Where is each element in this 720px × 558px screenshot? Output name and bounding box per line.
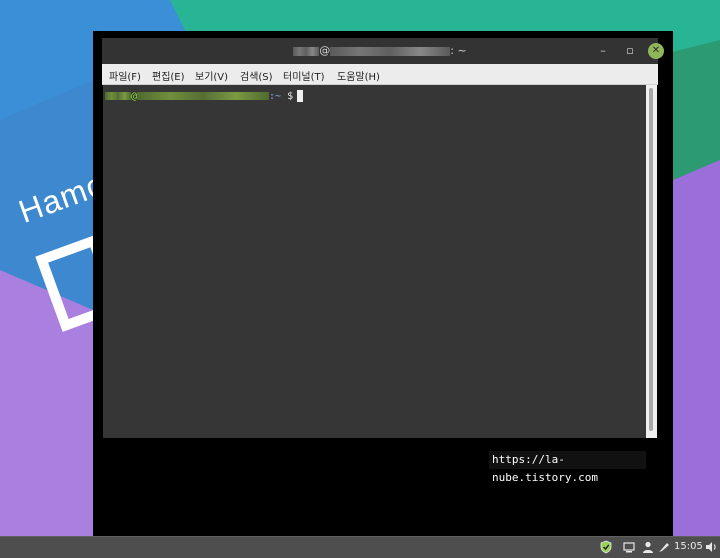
menu-edit[interactable]: 편집(E) — [152, 68, 185, 83]
volume-icon[interactable] — [705, 540, 719, 554]
network-icon[interactable] — [622, 540, 636, 554]
pen-icon[interactable] — [657, 540, 671, 554]
watermark-url: https://la-nube.tistory.com — [489, 451, 646, 484]
prompt-symbol: $ — [287, 91, 294, 102]
scrollbar-thumb[interactable] — [649, 88, 653, 431]
maximize-button[interactable]: ▫ — [622, 43, 638, 59]
redacted-prompt-user — [105, 92, 131, 100]
minimize-button[interactable]: – — [595, 43, 611, 59]
menu-help[interactable]: 도움말(H) — [337, 68, 380, 83]
shield-icon[interactable] — [599, 540, 613, 554]
menu-bar: 파일(F) 편집(E) 보기(V) 검색(S) 터미널(T) 도움말(H) — [102, 64, 658, 85]
redacted-prompt-host — [137, 92, 270, 100]
clock[interactable]: 15:05 — [674, 541, 703, 552]
redacted-username — [293, 46, 320, 56]
terminal-area[interactable]: @:~ $ https://la-nube.tistory.com — [103, 85, 646, 484]
menu-terminal[interactable]: 터미널(T) — [283, 68, 325, 83]
menu-search[interactable]: 검색(S) — [240, 68, 273, 83]
taskbar: 15:05 — [0, 536, 720, 558]
vertical-scrollbar[interactable] — [646, 85, 657, 438]
text-cursor — [297, 90, 304, 102]
title-at: @ — [319, 44, 331, 57]
user-icon[interactable] — [641, 540, 655, 554]
window-titlebar[interactable]: @ : ~ – ▫ ✕ — [102, 38, 664, 64]
close-button[interactable]: ✕ — [648, 43, 664, 59]
terminal-window: @ : ~ – ▫ ✕ 파일(F) 편집(E) 보기(V) 검색(S) 터미널(T… — [93, 31, 673, 536]
shell-prompt: @:~ $ — [105, 90, 304, 102]
prompt-path: :~ — [269, 91, 282, 102]
redacted-hostname — [330, 46, 451, 56]
menu-file[interactable]: 파일(F) — [109, 68, 141, 83]
window-title: @ : ~ — [102, 44, 658, 57]
menu-view[interactable]: 보기(V) — [195, 68, 228, 83]
title-suffix: : ~ — [450, 44, 467, 57]
